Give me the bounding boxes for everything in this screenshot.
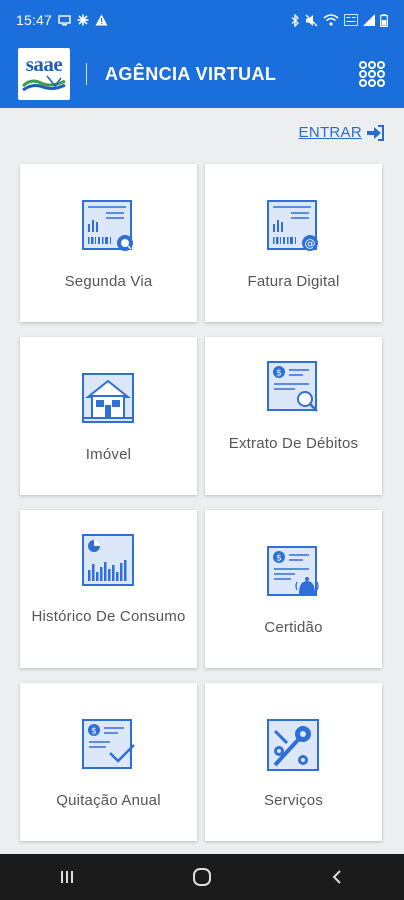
home-icon	[192, 868, 211, 886]
tile-servicos[interactable]: Serviços	[205, 683, 382, 841]
svg-text:@: @	[305, 237, 316, 250]
login-link[interactable]: ENTRAR	[299, 124, 384, 141]
tile-segunda-via[interactable]: Segunda Via	[20, 164, 197, 322]
volte-icon	[344, 14, 358, 26]
tile-extrato-de-debitos[interactable]: $ Extrato De Débitos	[205, 337, 382, 495]
tile-certidao[interactable]: $ Certidão	[205, 510, 382, 668]
signal-icon	[363, 14, 375, 26]
tile-imovel[interactable]: Imóvel	[20, 337, 197, 495]
wifi-icon	[323, 14, 339, 26]
home-button[interactable]	[182, 862, 222, 892]
login-label: ENTRAR	[298, 124, 362, 141]
certificate-icon: $	[267, 546, 319, 596]
warning-icon	[95, 14, 108, 26]
mute-icon	[305, 14, 318, 26]
digital-invoice-icon: @	[267, 200, 318, 251]
battery-icon	[380, 13, 388, 27]
fan-icon	[77, 14, 89, 26]
back-button[interactable]	[317, 862, 357, 892]
recent-apps-icon	[61, 871, 74, 883]
saae-logo: saae	[18, 48, 70, 100]
tile-historico-de-consumo[interactable]: Histórico De Consumo	[20, 510, 197, 668]
apps-grid-icon[interactable]	[358, 60, 386, 88]
tile-label: Imóvel	[85, 446, 132, 463]
tile-label: Fatura Digital	[247, 273, 340, 290]
svg-text:$: $	[276, 369, 282, 379]
app-bar: saae AGÊNCIA VIRTUAL	[0, 40, 404, 108]
status-bar: 15:47	[0, 0, 404, 40]
logo-wave	[21, 75, 66, 92]
house-icon	[82, 373, 134, 423]
consumption-chart-icon	[82, 534, 134, 586]
screen-icon	[58, 14, 71, 25]
title-divider	[86, 63, 87, 85]
tile-label: Quitação Anual	[56, 792, 161, 809]
login-arrow-icon	[367, 124, 384, 141]
back-icon	[332, 870, 341, 884]
tile-label: Certidão	[264, 619, 323, 636]
system-nav-bar	[0, 854, 404, 900]
tile-fatura-digital[interactable]: @ Fatura Digital	[205, 164, 382, 322]
clock: 15:47	[16, 12, 53, 28]
tile-label: Extrato De Débitos	[228, 435, 359, 452]
bluetooth-icon	[291, 13, 299, 27]
tile-label: Serviços	[263, 792, 324, 809]
annual-clearance-icon: $	[82, 719, 135, 769]
page-title: AGÊNCIA VIRTUAL	[105, 63, 277, 84]
svg-text:$: $	[91, 727, 97, 737]
tile-label: Segunda Via	[64, 273, 153, 290]
tile-quitacao-anual[interactable]: $ Quitação Anual	[20, 683, 197, 841]
bill-barcode-icon	[82, 200, 133, 251]
debt-statement-icon: $	[267, 361, 318, 412]
recent-apps-button[interactable]	[47, 862, 87, 892]
tile-label: Histórico De Consumo	[31, 608, 186, 625]
svg-text:$: $	[276, 554, 282, 564]
services-gears-icon	[267, 719, 319, 771]
